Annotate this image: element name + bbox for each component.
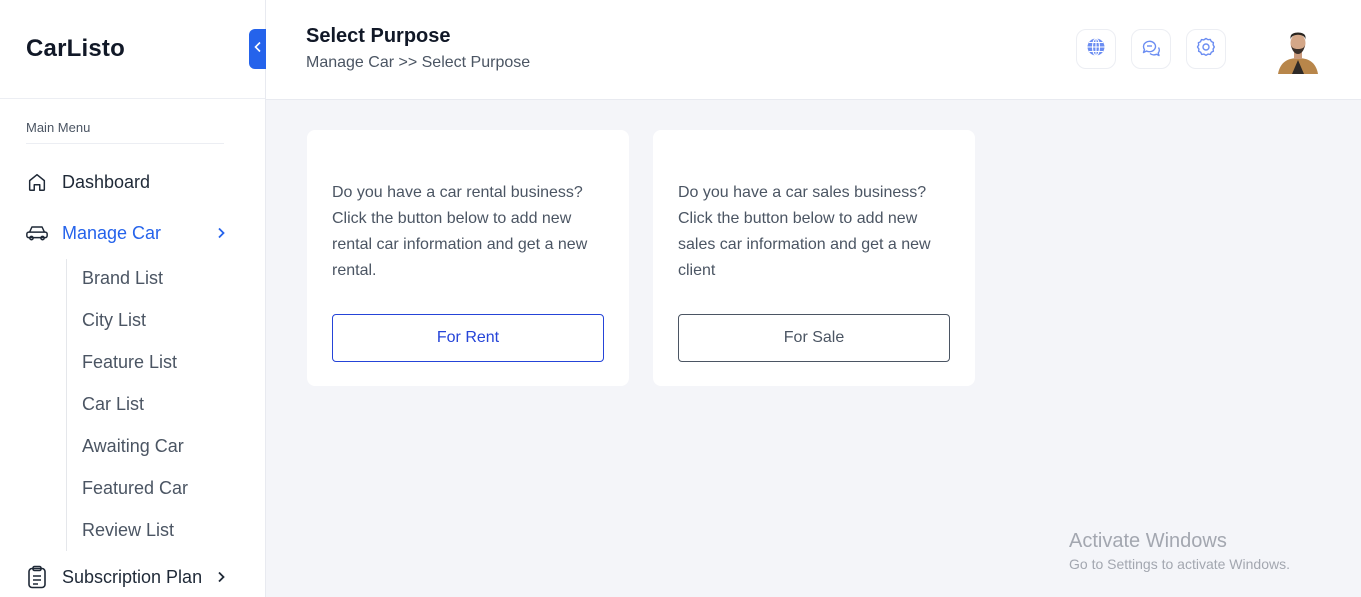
submenu-item-review-list[interactable]: Review List	[82, 520, 174, 541]
home-icon	[24, 169, 50, 195]
car-icon	[24, 220, 50, 246]
page-title: Select Purpose	[306, 25, 451, 47]
avatar[interactable]	[1274, 26, 1322, 74]
brand-logo-text[interactable]: CarListo	[26, 35, 125, 63]
breadcrumb: Manage Car >> Select Purpose	[306, 54, 531, 71]
brand-area: CarListo	[0, 0, 265, 99]
sidebar-item-label: Subscription Plan	[62, 566, 203, 587]
sidebar-item-subscription-plan[interactable]: Subscription Plan	[24, 564, 202, 590]
sidebar: CarListo Main Menu Dashboard Manage Car …	[0, 0, 266, 597]
sidebar-item-label: Dashboard	[62, 171, 151, 192]
submenu-divider	[66, 259, 67, 551]
language-button[interactable]	[1076, 29, 1116, 69]
activation-watermark: Activate Windows Go to Settings to activ…	[1069, 530, 1290, 572]
watermark-subtitle: Go to Settings to activate Windows.	[1069, 556, 1290, 572]
sidebar-item-label: Manage Car	[62, 222, 162, 243]
rent-card-description: Do you have a car rental business? Click…	[332, 184, 588, 279]
globe-icon	[1086, 37, 1106, 62]
chat-icon	[1141, 37, 1161, 62]
gear-icon	[1196, 37, 1216, 62]
sidebar-collapse-button[interactable]	[249, 29, 266, 69]
chevron-right-icon[interactable]	[214, 226, 228, 240]
clipboard-icon	[24, 564, 50, 590]
top-header: Select Purpose Manage Car >> Select Purp…	[266, 0, 1361, 100]
chevron-left-icon	[253, 40, 262, 58]
submenu-item-awaiting-car[interactable]: Awaiting Car	[82, 436, 184, 457]
rent-purpose-card: Do you have a car rental business? Click…	[307, 130, 629, 386]
sidebar-item-manage-car[interactable]: Manage Car	[24, 220, 161, 246]
sidebar-item-dashboard[interactable]: Dashboard	[24, 169, 150, 195]
submenu-item-car-list[interactable]: Car List	[82, 394, 144, 415]
for-sale-button[interactable]: For Sale	[678, 314, 950, 362]
chevron-right-icon[interactable]	[214, 570, 228, 584]
watermark-title: Activate Windows	[1069, 530, 1227, 552]
settings-button[interactable]	[1186, 29, 1226, 69]
menu-heading: Main Menu	[26, 120, 224, 144]
sale-card-description: Do you have a car sales business? Click …	[678, 184, 931, 279]
submenu-item-feature-list[interactable]: Feature List	[82, 352, 177, 373]
submenu-item-featured-car[interactable]: Featured Car	[82, 478, 188, 499]
for-rent-button[interactable]: For Rent	[332, 314, 604, 362]
sale-purpose-card: Do you have a car sales business? Click …	[653, 130, 975, 386]
submenu-item-city-list[interactable]: City List	[82, 310, 146, 331]
submenu-item-brand-list[interactable]: Brand List	[82, 268, 163, 289]
messages-button[interactable]	[1131, 29, 1171, 69]
